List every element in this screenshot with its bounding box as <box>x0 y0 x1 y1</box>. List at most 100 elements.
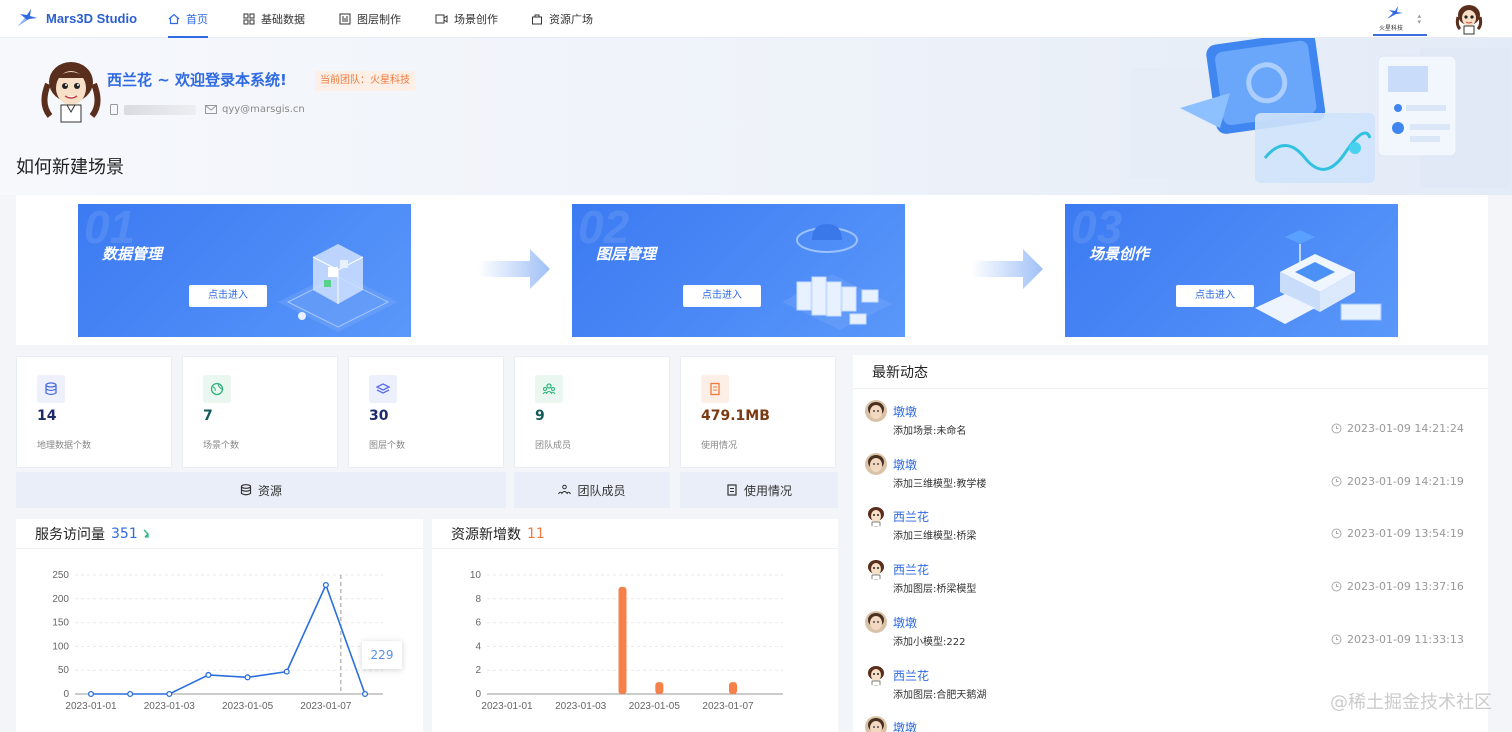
user-avatar-top[interactable] <box>1454 3 1484 38</box>
resources-footer-button[interactable]: 资源 <box>16 472 506 508</box>
stat-label: 团队成员 <box>535 441 572 451</box>
nav-basic-data-label: 基础数据 <box>261 13 305 26</box>
stat-value: 9 <box>535 408 545 424</box>
usage-footer-button[interactable]: 使用情况 <box>680 472 838 508</box>
stat-card-team[interactable]: 9 团队成员 <box>514 356 670 468</box>
stat-value: 7 <box>203 408 213 424</box>
activity-user-link[interactable]: 墩墩 <box>893 403 917 420</box>
app-logo[interactable]: Mars3D Studio <box>16 8 137 28</box>
activity-time: 2023-01-09 11:33:13 <box>1331 633 1464 646</box>
usage-footer-label: 使用情况 <box>743 483 792 498</box>
bar[interactable] <box>618 586 627 694</box>
step-card-scene-creation[interactable]: 03 场景创作 点击进入 <box>1065 204 1398 337</box>
stat-card-geo-data[interactable]: 14 地理数据个数 <box>16 356 172 468</box>
activity-user-link[interactable]: 墩墩 <box>893 614 917 631</box>
team-icon <box>558 484 572 495</box>
activity-user-link[interactable]: 西兰花 <box>893 508 929 525</box>
cartoon-avatar-icon <box>865 663 887 686</box>
database-icon <box>45 382 57 396</box>
y-tick-label: 8 <box>475 594 481 605</box>
team-icon <box>542 383 556 395</box>
bar[interactable] <box>655 682 664 694</box>
data-point[interactable] <box>244 674 251 681</box>
grid-icon <box>243 13 255 25</box>
nav-layer-making[interactable]: 图层制作 <box>339 0 401 38</box>
storage-icon <box>710 382 720 396</box>
activity-user-link[interactable]: 墩墩 <box>893 719 917 732</box>
phone-masked <box>124 104 196 115</box>
activity-avatar <box>865 716 887 732</box>
data-point[interactable] <box>322 581 329 589</box>
video-icon <box>435 14 448 24</box>
x-tick-label: 2023-01-01 <box>481 701 533 712</box>
data-point[interactable] <box>283 668 290 675</box>
y-tick-label: 250 <box>52 570 69 581</box>
stat-card-usage[interactable]: 479.1MB 使用情况 <box>680 356 836 468</box>
stat-card-scenes[interactable]: 7 场景个数 <box>182 356 338 468</box>
team-star-icon <box>1387 6 1403 19</box>
activity-description: 添加场景:未命名 <box>893 426 967 437</box>
activity-avatar <box>865 663 887 686</box>
bar[interactable] <box>729 682 737 694</box>
y-tick-label: 100 <box>52 641 69 652</box>
activity-timestamp: 2023-01-09 11:33:13 <box>1347 632 1464 646</box>
nav-basic-data[interactable]: 基础数据 <box>243 0 305 38</box>
team-logo-text: 火星科技 <box>1379 25 1404 32</box>
step-title: 数据管理 <box>102 245 163 263</box>
data-point[interactable] <box>205 671 212 679</box>
stat-value: 30 <box>369 408 389 424</box>
activity-user-link[interactable]: 西兰花 <box>893 667 929 684</box>
visits-line-chart: 0 50 100 150 200 250 2023-01-01 2023-01-03 2023-… <box>52 570 383 712</box>
y-tick-label: 200 <box>52 594 69 605</box>
nav-scene-creation[interactable]: 场景创作 <box>435 0 498 38</box>
data-point[interactable] <box>87 690 95 698</box>
data-point[interactable] <box>361 690 369 698</box>
activity-user-link[interactable]: 西兰花 <box>893 561 929 578</box>
step-card-layer-management[interactable]: 02 图层管理 点击进入 <box>572 204 905 337</box>
activity-time: 2023-01-09 13:54:19 <box>1331 527 1464 540</box>
activity-item: 墩墩添加三维模型:教学楼 2023-01-09 14:21:19 <box>865 452 1475 505</box>
sort-arrows-icon: ▴ ▾ <box>1417 12 1421 26</box>
data-point[interactable] <box>127 690 134 698</box>
activity-user-link[interactable]: 墩墩 <box>893 456 917 473</box>
team-switcher[interactable]: 火星科技 ▴ ▾ <box>1373 4 1427 36</box>
enter-scene-creation-button[interactable]: 点击进入 <box>1176 285 1254 307</box>
y-tick-label: 6 <box>475 618 481 629</box>
activity-avatar <box>865 558 887 581</box>
chart-tooltip: 229 <box>362 641 402 669</box>
y-tick-label: 10 <box>470 570 482 581</box>
stat-card-layers[interactable]: 30 图层个数 <box>348 356 504 468</box>
y-tick-label: 2 <box>475 665 481 676</box>
nav-layer-making-label: 图层制作 <box>357 13 401 26</box>
activity-timestamp: 2023-01-09 14:21:19 <box>1347 474 1464 488</box>
email-text: qyy@marsgis.cn <box>222 104 305 115</box>
activity-item: 墩墩添加场景:未命名 2023-01-09 14:21:24 <box>865 400 1475 452</box>
nav-resource-square[interactable]: 资源广场 <box>531 0 593 38</box>
activity-avatar <box>865 505 887 528</box>
welcome-banner: 西兰花 ~ 欢迎登录本系统! 当前团队：火星科技 qyy@marsgis.cn … <box>0 38 1512 195</box>
y-tick-label: 50 <box>58 665 70 676</box>
data-point[interactable] <box>166 690 173 698</box>
step-title: 场景创作 <box>1089 245 1150 263</box>
nav-home[interactable]: 首页 <box>168 0 208 38</box>
x-tick-label: 2023-01-05 <box>222 701 274 712</box>
step-arrow-icon <box>971 249 1043 289</box>
enter-data-management-button[interactable]: 点击进入 <box>189 285 267 307</box>
activity-description: 添加三维模型:桥梁 <box>893 531 977 543</box>
step-card-data-management[interactable]: 01 数据管理 点击进入 <box>78 204 411 337</box>
activity-title: 最新动态 <box>853 355 1488 389</box>
activity-item: 墩墩添加小模型:222 2023-01-09 11:33:13 <box>865 610 1475 663</box>
email-info: qyy@marsgis.cn <box>205 104 305 115</box>
activity-time: 2023-01-09 14:21:24 <box>1331 422 1464 435</box>
bag-icon <box>532 14 542 25</box>
photo-avatar-icon <box>865 452 887 475</box>
stat-icon-box <box>535 375 563 403</box>
stat-label: 使用情况 <box>701 441 738 451</box>
y-tick-label: 150 <box>52 618 69 629</box>
team-footer-button[interactable]: 团队成员 <box>514 472 670 508</box>
activity-description: 添加三维模型:教学楼 <box>893 478 987 490</box>
activity-description: 添加小模型:222 <box>893 636 966 648</box>
x-tick-label: 2023-01-03 <box>555 701 607 712</box>
enter-layer-management-button[interactable]: 点击进入 <box>683 285 761 307</box>
layers-icon <box>376 383 390 394</box>
